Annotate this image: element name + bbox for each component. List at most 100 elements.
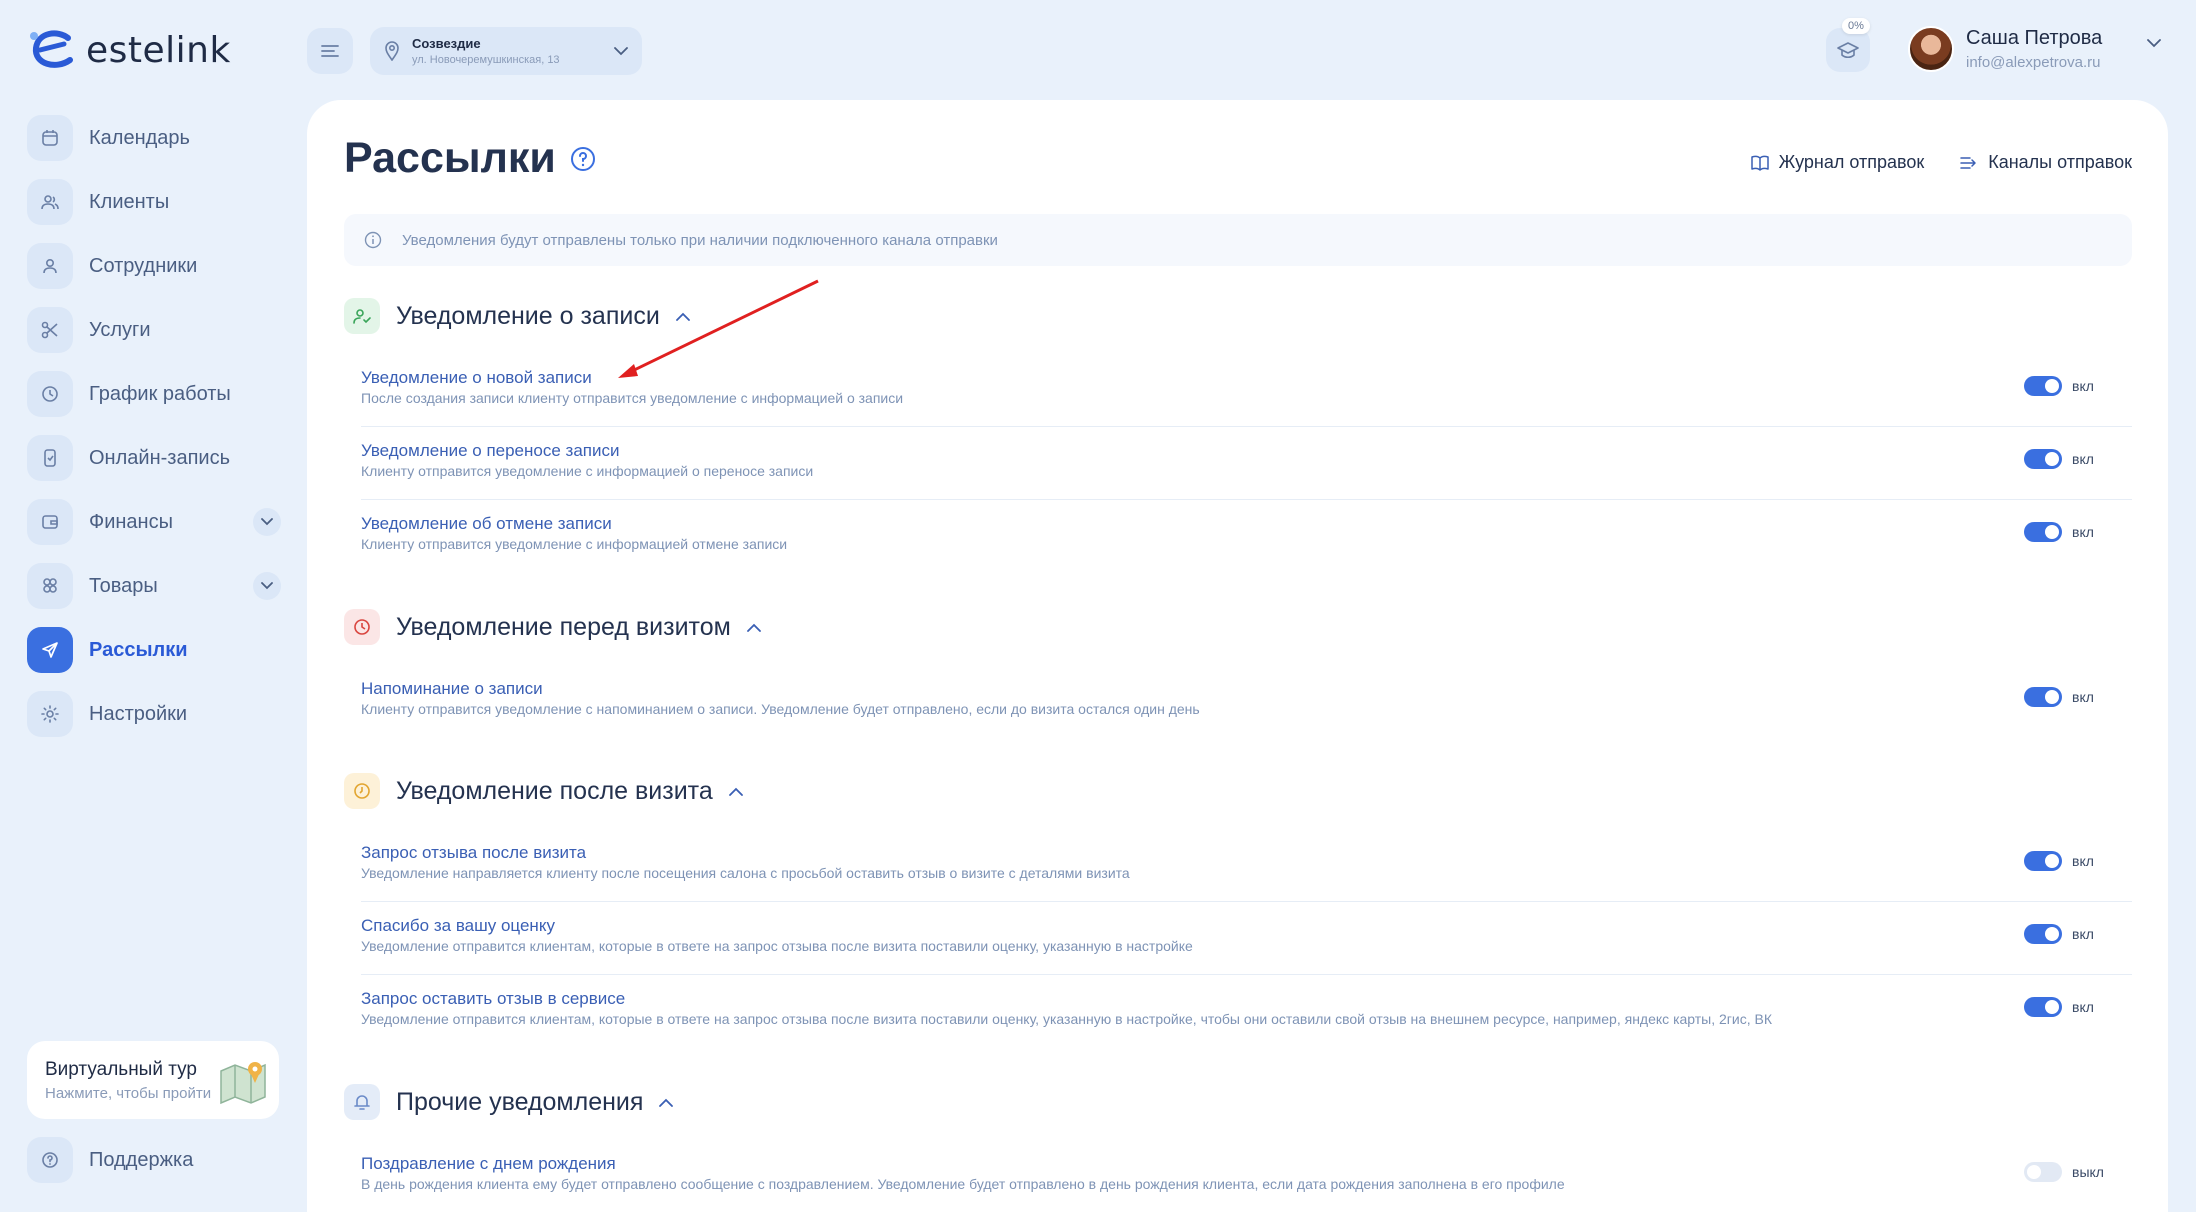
section-title: Уведомление о записи [396,301,660,330]
notification-row: Уведомление о новой записи После создани… [361,354,2132,427]
sidebar-item-online-booking[interactable]: Онлайн-запись [27,434,281,482]
expand-products-button[interactable] [253,572,281,600]
onboarding-progress-button[interactable] [1826,28,1870,72]
calendar-icon [42,130,58,146]
notification-title[interactable]: Запрос отзыва после визита [361,843,586,863]
chevron-down-icon[interactable] [2146,38,2162,48]
section-title: Уведомление перед визитом [396,612,731,641]
notification-row: Запрос отзыва после визита Уведомление н… [361,829,2132,902]
notification-description: Уведомление отправится клиентам, которые… [361,938,1193,954]
location-pin-icon [385,41,399,61]
toggle-state-label: вкл [2072,451,2094,467]
graduation-cap-icon [1837,42,1859,59]
info-icon [364,231,382,249]
send-channels-link[interactable]: Каналы отправок [1960,152,2132,173]
toggle-state-label: вкл [2072,689,2094,705]
sidebar-item-label: Услуги [89,318,151,341]
notification-title[interactable]: Запрос оставить отзыв в сервисе [361,989,625,1009]
chevron-down-icon [614,46,628,55]
notification-row: Напоминание о записи Клиенту отправится … [361,665,2132,738]
section-title: Прочие уведомления [396,1087,644,1116]
section-before-visit[interactable]: Уведомление перед визитом [344,609,761,645]
info-banner-text: Уведомления будут отправлены только при … [402,231,998,249]
send-log-label: Журнал отправок [1778,152,1925,172]
toggle-state-label: вкл [2072,926,2094,942]
sidebar-item-settings[interactable]: Настройки [27,690,281,738]
notification-toggle[interactable] [2024,687,2062,707]
sidebar-item-services[interactable]: Услуги [27,306,281,354]
sidebar-item-finance[interactable]: Финансы [27,498,281,546]
location-address: ул. Новочеремушкинская, 13 [412,54,560,66]
chevron-up-icon [675,312,690,321]
brand-logo[interactable]: estelink [28,28,231,72]
menu-icon [321,45,339,57]
notification-description: Уведомление направляется клиенту после п… [361,865,1130,881]
toggle-state-label: вкл [2072,524,2094,540]
notification-toggle[interactable] [2024,449,2062,469]
notification-toggle[interactable] [2024,1162,2062,1182]
notification-toggle[interactable] [2024,997,2062,1017]
products-icon [43,578,57,593]
info-banner: Уведомления будут отправлены только при … [344,214,2132,266]
gear-icon [41,705,59,723]
sidebar-item-products[interactable]: Товары [27,562,281,610]
notification-description: После создания записи клиенту отправится… [361,390,904,406]
help-icon[interactable] [570,146,596,172]
notification-toggle[interactable] [2024,851,2062,871]
user-icon [43,258,57,274]
section-booking-notifications[interactable]: Уведомление о записи [344,298,690,334]
location-selector[interactable]: Созвездие ул. Новочеремушкинская, 13 [370,27,642,75]
sidebar-item-employees[interactable]: Сотрудники [27,242,281,290]
notification-row: Запрос оставить отзыв в сервисе Уведомле… [361,975,2132,1048]
notification-title[interactable]: Уведомление о переносе записи [361,441,619,461]
channels-icon [1960,156,1976,169]
user-email: info@alexpetrova.ru [1966,54,2101,71]
book-icon [1750,155,1769,171]
notification-description: Клиенту отправится уведомление с информа… [361,463,814,479]
support-link[interactable]: Поддержка [27,1137,193,1183]
notification-title[interactable]: Напоминание о записи [361,679,543,699]
sidebar-item-mailings[interactable]: Рассылки [27,626,281,674]
clock-icon [42,386,58,402]
sidebar-item-label: Клиенты [89,190,170,213]
notification-title[interactable]: Уведомление о новой записи [361,368,592,388]
send-log-link[interactable]: Журнал отправок [1750,152,1925,173]
notification-description: Клиенту отправится уведомление с информа… [361,536,788,552]
wallet-icon [42,515,58,529]
chevron-up-icon [746,623,761,632]
virtual-tour-card[interactable]: Виртуальный тур Нажмите, чтобы пройти [27,1041,279,1119]
notification-description: Клиенту отправится уведомление с напомин… [361,701,1200,717]
chevron-up-icon [728,787,743,796]
scissors-icon [41,321,58,339]
phone-icon [44,449,56,467]
user-name: Саша Петрова [1966,27,2103,49]
sidebar-item-label: Рассылки [89,638,188,661]
notification-title[interactable]: Спасибо за вашу оценку [361,916,555,936]
notification-title[interactable]: Уведомление об отмене записи [361,514,612,534]
notification-toggle[interactable] [2024,376,2062,396]
notification-toggle[interactable] [2024,924,2062,944]
page-title-text: Рассылки [344,134,556,182]
help-icon [42,1152,58,1168]
expand-finance-button[interactable] [253,508,281,536]
user-profile[interactable]: Саша Петрова info@alexpetrova.ru [1908,26,2102,72]
sidebar-item-schedule[interactable]: График работы [27,370,281,418]
sidebar-item-clients[interactable]: Клиенты [27,178,281,226]
sidebar-item-label: Календарь [89,126,190,149]
toggle-state-label: вкл [2072,999,2094,1015]
section-after-visit[interactable]: Уведомление после визита [344,773,743,809]
sidebar-item-calendar[interactable]: Календарь [27,114,281,162]
notification-description: В день рождения клиента ему будет отправ… [361,1176,1565,1192]
notification-title[interactable]: Поздравление с днем рождения [361,1154,616,1174]
notification-toggle[interactable] [2024,522,2062,542]
user-check-icon [353,309,371,324]
toggle-state-label: выкл [2072,1164,2104,1180]
menu-toggle-button[interactable] [307,28,353,74]
clients-icon [41,195,59,210]
section-other-notifications[interactable]: Прочие уведомления [344,1084,674,1120]
progress-badge: 0% [1842,18,1870,34]
notification-description: Уведомление отправится клиентам, которые… [361,1011,1772,1027]
support-label: Поддержка [89,1148,194,1171]
sidebar-nav: Календарь Клиенты Сотрудники Услуги Граф… [27,114,281,754]
sidebar-item-label: Онлайн-запись [89,446,230,469]
